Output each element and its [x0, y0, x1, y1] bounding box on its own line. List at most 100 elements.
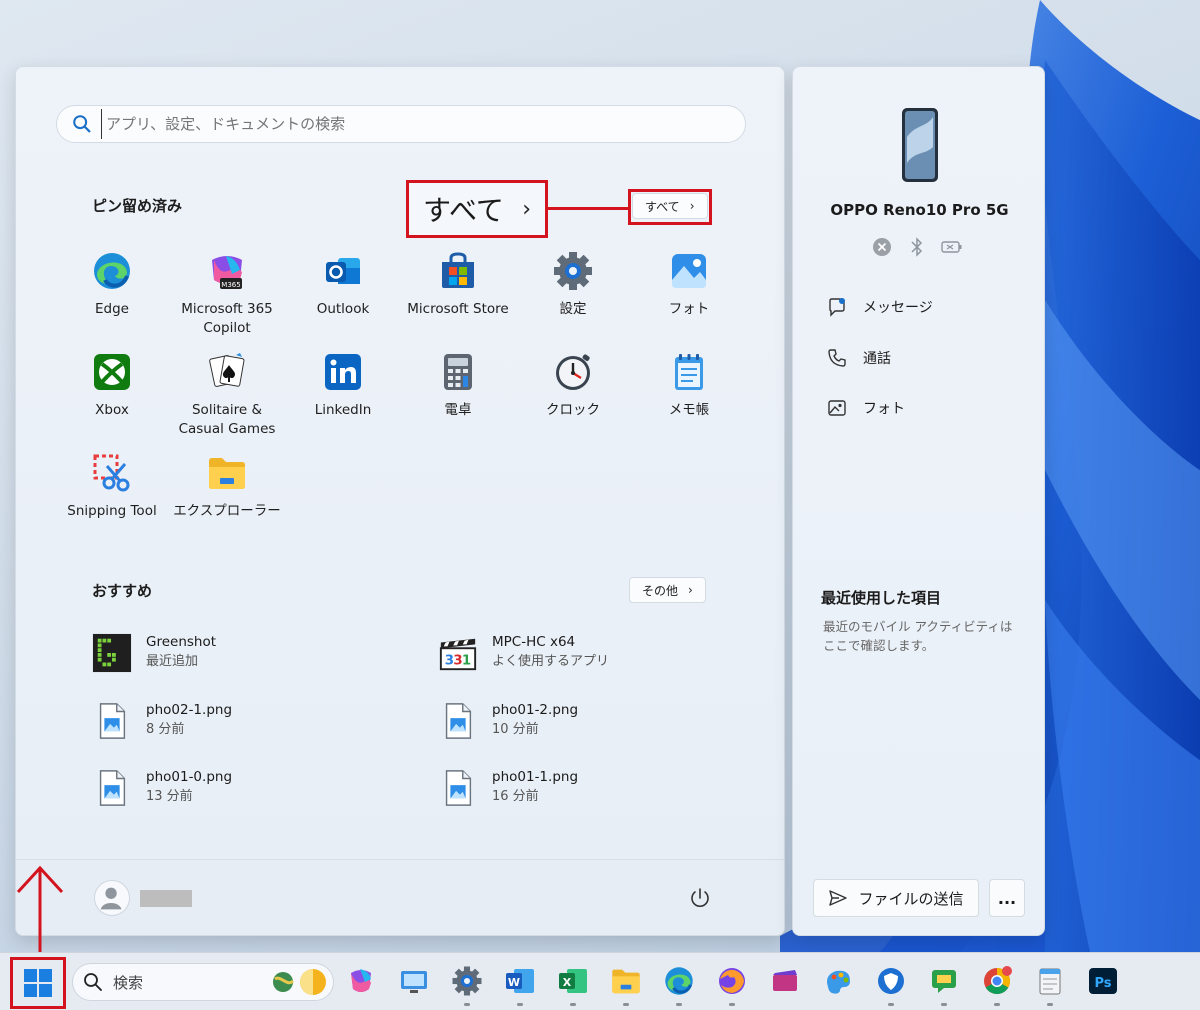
- all-button-callout: すべて ›: [406, 180, 548, 238]
- taskbar-paint-icon[interactable]: [822, 965, 854, 997]
- taskbar-firefox-icon[interactable]: [716, 965, 748, 997]
- recommended-item-subtitle: 13 分前: [146, 789, 193, 804]
- edge-icon: [91, 250, 133, 292]
- pinned-title: ピン留め済み: [92, 197, 183, 215]
- running-indicator: [994, 1003, 1000, 1006]
- recommended-item[interactable]: pho01-2.png 10 分前: [438, 701, 578, 741]
- image-file-icon: [92, 701, 132, 741]
- running-indicator: [517, 1003, 523, 1006]
- recommended-item[interactable]: pho01-0.png 13 分前: [92, 768, 232, 808]
- phone-action[interactable]: 通話: [827, 348, 891, 368]
- settings-icon: [552, 250, 594, 292]
- recommended-item[interactable]: Greenshot 最近追加: [92, 633, 216, 673]
- phone-name: OPPO Reno10 Pro 5G: [830, 201, 1009, 219]
- running-indicator: [1047, 1003, 1053, 1006]
- pinned-app[interactable]: 電卓: [401, 351, 515, 420]
- recommended-item-text: Greenshot 最近追加: [146, 633, 216, 671]
- taskbar-word-icon[interactable]: W: [504, 965, 536, 997]
- image-file-icon: [438, 701, 478, 741]
- start-button[interactable]: [10, 957, 66, 1009]
- svg-text:3: 3: [445, 653, 454, 668]
- pinned-app[interactable]: メモ帳: [632, 351, 746, 420]
- pinned-app-label: メモ帳: [668, 402, 710, 418]
- solitaire-icon: [206, 351, 248, 393]
- phone-action[interactable]: メッセージ: [827, 297, 933, 317]
- pinned-app[interactable]: Xbox: [55, 351, 169, 420]
- taskbar-search[interactable]: 検索: [72, 963, 334, 1001]
- battery-icon: [941, 241, 962, 253]
- xbox-icon: [91, 351, 133, 393]
- username-redacted: [140, 890, 192, 907]
- taskbar-chat-icon[interactable]: [928, 965, 960, 997]
- pinned-app[interactable]: Outlook: [286, 250, 400, 319]
- svg-text:X: X: [563, 976, 572, 989]
- recommended-item-subtitle: 8 分前: [146, 722, 185, 737]
- user-icon: [100, 887, 122, 910]
- pinned-app[interactable]: フォト: [632, 250, 746, 319]
- phone-action[interactable]: フォト: [827, 398, 905, 418]
- clock-icon: [552, 351, 594, 393]
- pinned-app[interactable]: Microsoft Store: [401, 250, 515, 319]
- search-highlight-icon: [273, 969, 326, 995]
- phone-more-button[interactable]: ...: [989, 879, 1025, 917]
- taskbar-notepad-icon[interactable]: [1034, 965, 1066, 997]
- taskbar-remote-desktop-icon[interactable]: [398, 965, 430, 997]
- recommended-item[interactable]: pho02-1.png 8 分前: [92, 701, 232, 741]
- notepad-icon: [668, 351, 710, 393]
- image-file-icon: [92, 768, 132, 808]
- explorer-icon: [206, 452, 248, 494]
- pinned-app-label: Xbox: [95, 402, 129, 418]
- pinned-app[interactable]: LinkedIn: [286, 351, 400, 420]
- taskbar-media-player-icon[interactable]: [769, 965, 801, 997]
- pinned-app[interactable]: 設定: [516, 250, 630, 319]
- pinned-app[interactable]: Solitaire & Casual Games: [170, 351, 284, 439]
- callout-connector: [548, 207, 629, 210]
- recommended-item-text: MPC-HC x64 よく使用するアプリ: [492, 633, 609, 671]
- recommended-item[interactable]: pho01-1.png 16 分前: [438, 768, 578, 808]
- more-button[interactable]: その他 ›: [629, 577, 706, 603]
- pinned-app-label: Edge: [95, 301, 129, 317]
- pinned-app[interactable]: エクスプローラー: [170, 452, 284, 521]
- taskbar-excel-icon[interactable]: X: [557, 965, 589, 997]
- pinned-app[interactable]: クロック: [516, 351, 630, 420]
- pinned-app[interactable]: Snipping Tool: [55, 452, 169, 521]
- recommended-title: おすすめ: [92, 582, 153, 600]
- pinned-app-label: Solitaire & Casual Games: [178, 402, 276, 437]
- recommended-item-text: pho01-1.png 16 分前: [492, 768, 578, 806]
- recommended-item-name: Greenshot: [146, 634, 217, 650]
- message-icon: [827, 297, 847, 317]
- start-footer: [16, 859, 784, 935]
- phone-action-label: フォト: [863, 401, 905, 417]
- recommended-item[interactable]: 3 3 1 MPC-HC x64 よく使用するアプリ: [438, 633, 609, 673]
- taskbar-settings-icon[interactable]: [451, 965, 483, 997]
- phone-link-panel: OPPO Reno10 Pro 5G メッセージ 通話 フォト 最近使用した項目 最…: [792, 66, 1045, 936]
- chevron-right-icon: ›: [522, 196, 531, 222]
- recent-items-description: 最近のモバイル アクティビティはここで確認します。: [823, 619, 1013, 653]
- taskbar-copilot-icon[interactable]: [345, 965, 377, 997]
- pinned-app[interactable]: Edge: [55, 250, 169, 319]
- recommended-item-text: pho02-1.png 8 分前: [146, 701, 232, 739]
- pinned-app[interactable]: M365 Microsoft 365 Copilot: [170, 250, 284, 338]
- search-input[interactable]: [101, 109, 701, 139]
- pinned-app-label: LinkedIn: [314, 402, 372, 418]
- taskbar-edge-icon[interactable]: [663, 965, 695, 997]
- taskbar-chrome-icon[interactable]: [981, 965, 1013, 997]
- running-indicator: [570, 1003, 576, 1006]
- pinned-app-label: Outlook: [316, 301, 370, 317]
- power-icon[interactable]: [688, 886, 712, 910]
- pinned-app-label: 設定: [559, 301, 587, 317]
- user-avatar[interactable]: [94, 880, 130, 916]
- phone-action-label: メッセージ: [863, 300, 933, 316]
- taskbar-photoshop-icon[interactable]: Ps: [1087, 965, 1119, 997]
- search-icon: [73, 115, 91, 133]
- start-search-box[interactable]: [56, 105, 746, 143]
- taskbar-search-label: 検索: [113, 973, 144, 992]
- taskbar-defender-icon[interactable]: [875, 965, 907, 997]
- photos-icon: [668, 250, 710, 292]
- m365-copilot-icon: M365: [206, 250, 248, 292]
- svg-text:M365: M365: [221, 281, 240, 289]
- svg-text:1: 1: [462, 653, 471, 668]
- taskbar-explorer-icon[interactable]: [610, 965, 642, 997]
- recommended-item-name: MPC-HC x64: [492, 634, 576, 650]
- send-file-button[interactable]: ファイルの送信: [813, 879, 979, 917]
